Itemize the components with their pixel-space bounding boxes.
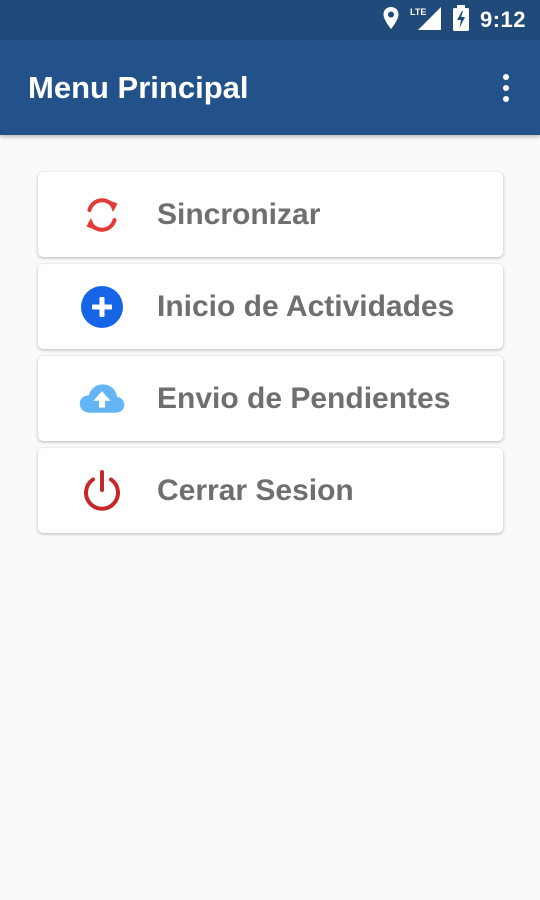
app-bar: Menu Principal [0,40,540,135]
cerrar-sesion-button[interactable]: Cerrar Sesion [38,448,503,533]
status-bar: LTE 9:12 [0,0,540,40]
inicio-actividades-label: Inicio de Actividades [157,290,455,323]
sincronizar-label: Sincronizar [157,198,321,231]
app-title: Menu Principal [28,70,249,105]
menu-list: Sincronizar Inicio de Actividades Envio … [38,172,503,540]
inicio-actividades-button[interactable]: Inicio de Actividades [38,264,503,349]
lte-label: LTE [410,7,426,17]
lte-signal-icon: LTE [410,5,442,36]
more-vert-icon[interactable] [490,66,522,110]
power-icon [78,467,126,515]
sincronizar-button[interactable]: Sincronizar [38,172,503,257]
envio-pendientes-button[interactable]: Envio de Pendientes [38,356,503,441]
battery-charging-icon [452,4,470,37]
cerrar-sesion-label: Cerrar Sesion [157,474,354,507]
sync-icon [78,191,126,239]
add-circle-icon [78,283,126,331]
envio-pendientes-label: Envio de Pendientes [157,382,451,415]
location-icon [382,6,400,35]
status-time: 9:12 [479,7,526,32]
cloud-upload-icon [78,375,126,423]
status-icons: LTE 9:12 [382,0,526,40]
